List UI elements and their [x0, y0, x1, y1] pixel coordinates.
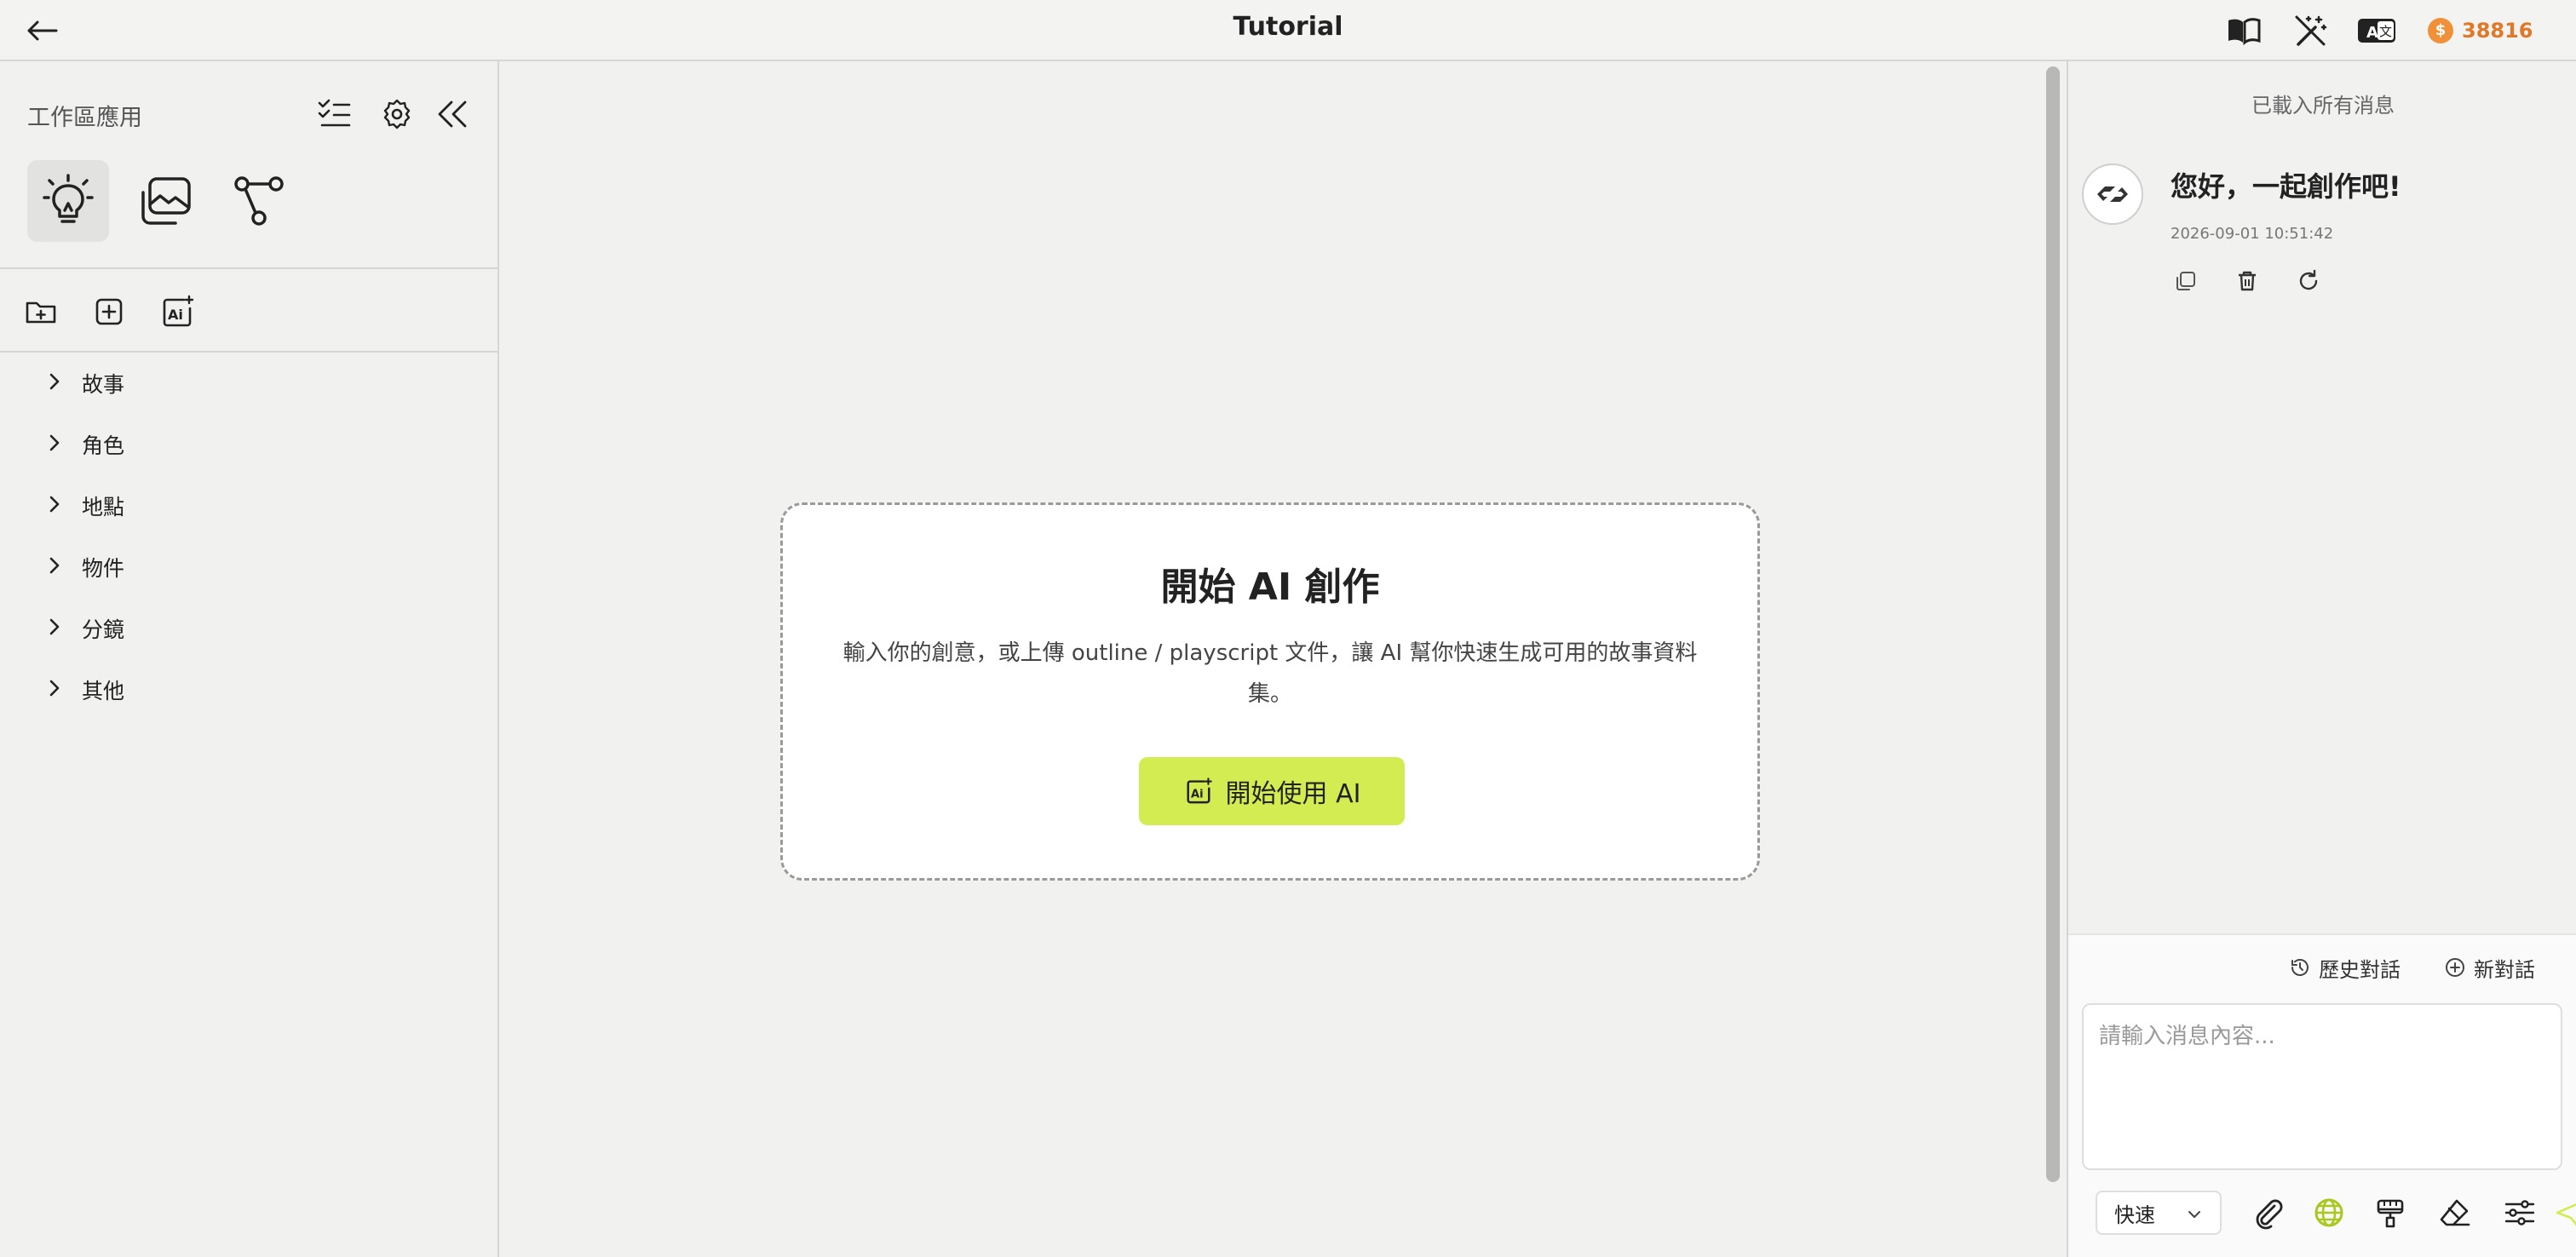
ai-generate-icon: Ai — [1187, 778, 1212, 804]
category-tree: 故事 角色 地點 物件 分鏡 其他 — [0, 351, 499, 719]
bot-greeting: 您好，一起創作吧! — [2171, 170, 2401, 203]
send-icon[interactable] — [2552, 1194, 2576, 1231]
gear-icon[interactable] — [378, 95, 416, 133]
message-timestamp: 2026-09-01 10:51:42 — [2171, 225, 2334, 243]
ai-start-card: 開始 AI 創作 輸入你的創意，或上傳 outline / playscript… — [780, 502, 1760, 881]
message-input[interactable] — [2082, 1003, 2562, 1170]
tree-item-label: 角色 — [82, 433, 125, 458]
chevron-right-icon — [49, 373, 60, 390]
new-folder-icon[interactable] — [22, 293, 60, 330]
back-arrow-icon[interactable] — [24, 12, 61, 49]
add-file-icon[interactable] — [90, 293, 128, 330]
start-ai-button[interactable]: Ai 開始使用 AI — [1139, 757, 1405, 825]
new-chat-label: 新對話 — [2474, 957, 2535, 982]
tree-item-locations[interactable]: 地點 — [0, 474, 499, 535]
workspace-title: 工作區應用 — [27, 105, 142, 131]
attachment-icon[interactable] — [2249, 1194, 2286, 1231]
lightbulb-icon — [43, 174, 94, 223]
bot-avatar — [2082, 164, 2143, 225]
web-search-icon[interactable] — [2310, 1194, 2348, 1231]
history-icon — [2291, 959, 2309, 976]
bot-logo-icon — [2097, 187, 2128, 202]
brush-icon[interactable] — [2372, 1194, 2409, 1231]
copy-icon[interactable] — [2171, 266, 2201, 296]
tree-item-characters[interactable]: 角色 — [0, 412, 499, 474]
sidebar-divider — [0, 267, 499, 269]
svg-text:Ai: Ai — [1191, 788, 1204, 801]
chevron-right-icon — [49, 496, 60, 513]
magic-wand-off-icon[interactable] — [2290, 10, 2331, 51]
tree-item-label: 分鏡 — [82, 617, 125, 642]
tree-item-storyboard[interactable]: 分鏡 — [0, 596, 499, 657]
svg-text:文: 文 — [2379, 24, 2392, 39]
tree-item-objects[interactable]: 物件 — [0, 535, 499, 596]
main-scrollbar-thumb[interactable] — [2046, 66, 2060, 1182]
history-chats-button[interactable]: 歷史對話 — [2288, 952, 2401, 983]
svg-text:Ai: Ai — [168, 307, 183, 323]
tree-item-label: 其他 — [82, 679, 125, 703]
credit-count: 38816 — [2462, 19, 2533, 43]
sliders-icon[interactable] — [2501, 1194, 2539, 1231]
images-icon — [141, 177, 191, 225]
credits-badge[interactable]: $ 38816 — [2416, 14, 2569, 48]
ai-generate-icon[interactable]: Ai — [158, 293, 196, 330]
top-bar: Tutorial A文 $ 38816 — [0, 0, 2576, 61]
workflow-mode-tab[interactable] — [218, 160, 300, 242]
messages-loaded-note: 已載入所有消息 — [2251, 94, 2395, 118]
tree-item-label: 故事 — [82, 372, 125, 397]
collapse-sidebar-icon[interactable] — [433, 95, 470, 133]
eraser-icon[interactable] — [2436, 1194, 2474, 1231]
workflow-icon — [234, 176, 284, 226]
refresh-icon[interactable] — [2293, 266, 2324, 296]
card-title: 開始 AI 創作 — [1160, 565, 1380, 609]
tree-item-story[interactable]: 故事 — [0, 351, 499, 412]
translate-icon[interactable]: A文 — [2356, 10, 2397, 51]
coin-icon: $ — [2428, 18, 2453, 43]
speed-select[interactable]: 快速 — [2096, 1191, 2222, 1235]
app-title: Tutorial — [1233, 12, 1343, 42]
svg-text:A: A — [2366, 24, 2378, 42]
ideas-mode-tab[interactable] — [27, 160, 109, 242]
tree-item-label: 地點 — [82, 495, 125, 519]
start-ai-button-label: 開始使用 AI — [1225, 779, 1361, 809]
checklist-icon[interactable] — [315, 95, 353, 133]
images-mode-tab[interactable] — [124, 160, 206, 242]
tree-item-label: 物件 — [82, 556, 125, 581]
card-description: 輸入你的創意，或上傳 outline / playscript 文件，讓 AI … — [842, 640, 1698, 707]
chevron-down-icon — [2188, 1211, 2200, 1218]
delete-icon[interactable] — [2232, 266, 2263, 296]
history-label: 歷史對話 — [2319, 957, 2401, 982]
new-chat-button[interactable]: 新對話 — [2443, 952, 2535, 983]
chevron-right-icon — [49, 618, 60, 635]
chevron-right-icon — [49, 434, 60, 451]
chat-composer: 歷史對話 新對話 快速 — [2068, 933, 2576, 1257]
book-icon[interactable] — [2223, 10, 2264, 51]
speed-select-value: 快速 — [2114, 1202, 2155, 1227]
workspace-sidebar: 工作區應用 Ai 故事 角色 地點 物件 分鏡 其他 — [0, 61, 499, 1257]
chevron-right-icon — [49, 680, 60, 697]
chevron-right-icon — [49, 557, 60, 574]
tree-item-other[interactable]: 其他 — [0, 657, 499, 719]
plus-circle-icon — [2446, 958, 2464, 977]
